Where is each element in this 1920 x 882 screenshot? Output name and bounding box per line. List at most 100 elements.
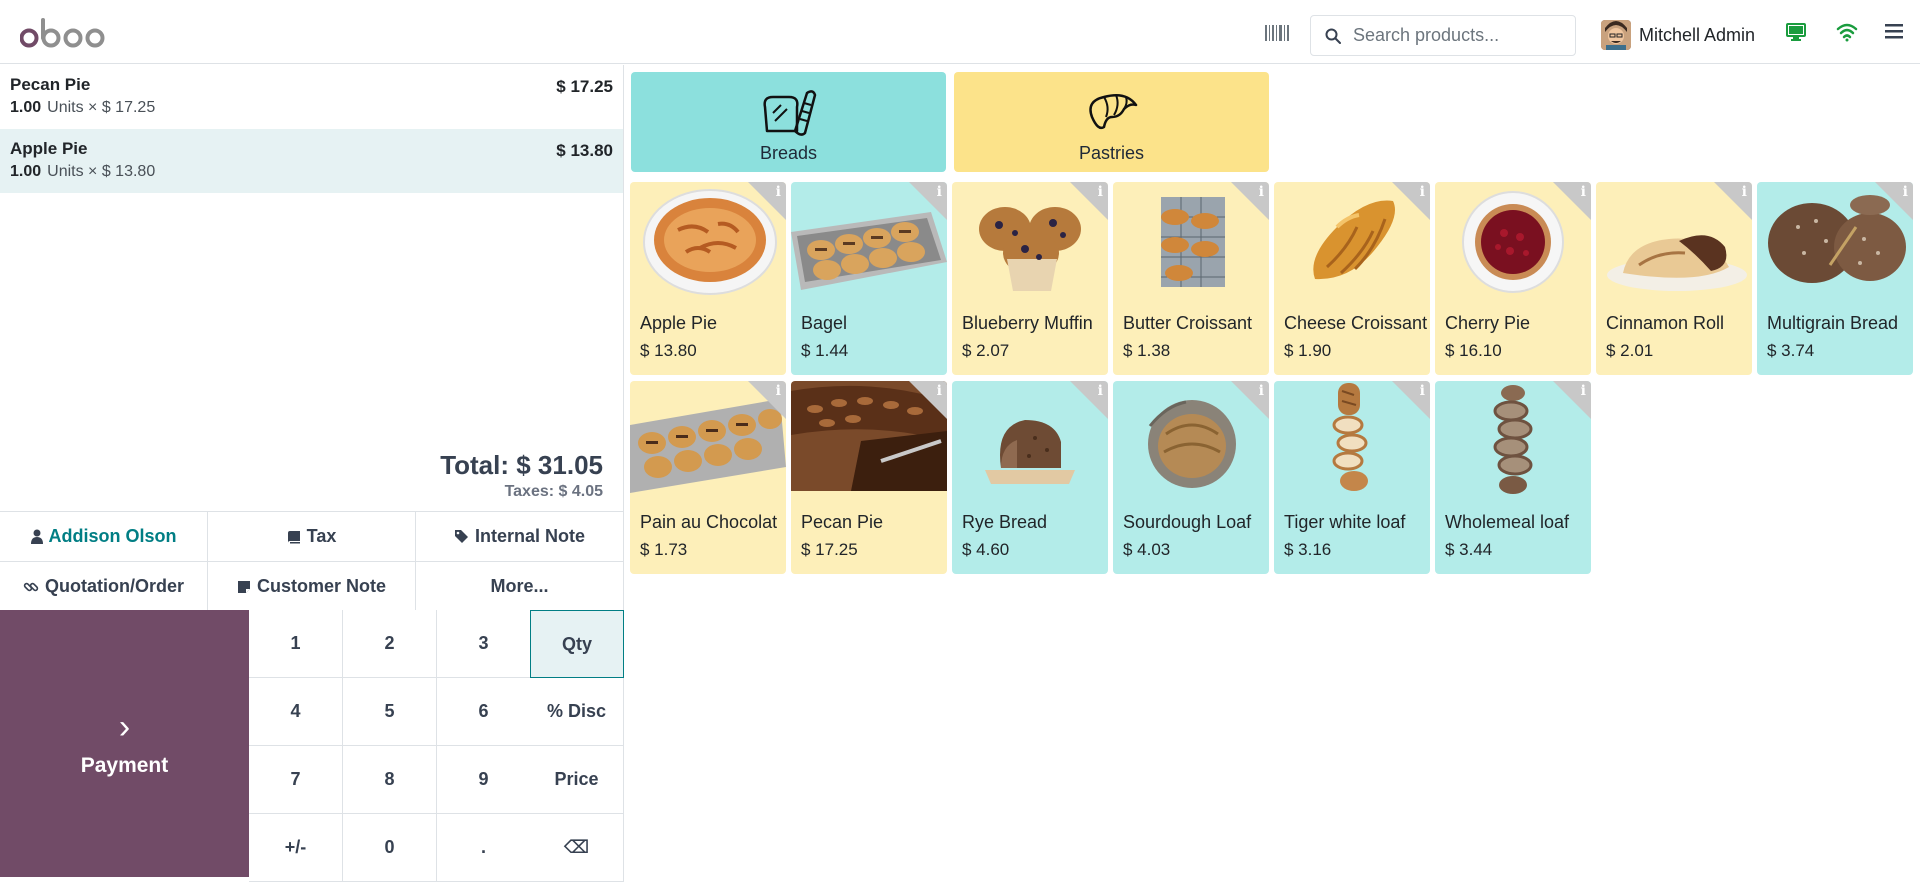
product-price: $ 13.80 xyxy=(640,341,697,360)
product-card-tiger-white-loaf[interactable]: i Tiger white loaf $ 3.16 xyxy=(1274,381,1430,574)
order-taxes: Taxes: $ 4.05 xyxy=(504,483,603,500)
category-breads[interactable]: Breads xyxy=(631,72,946,172)
info-icon[interactable]: i xyxy=(1098,383,1103,399)
user-menu[interactable]: Mitchell Admin xyxy=(1601,19,1755,51)
monitor-icon[interactable] xyxy=(1786,22,1806,42)
numpad-key-0[interactable]: 0 xyxy=(343,814,437,882)
info-icon[interactable]: i xyxy=(937,383,942,399)
odoo-logo[interactable]: odoo xyxy=(20,14,120,54)
numpad-key-1[interactable]: 1 xyxy=(249,610,343,678)
info-icon[interactable]: i xyxy=(776,383,781,399)
numpad-key-6[interactable]: 6 xyxy=(437,678,531,746)
search-input[interactable] xyxy=(1353,25,1563,46)
product-card-sourdough-loaf[interactable]: i Sourdough Loaf $ 4.03 xyxy=(1113,381,1269,574)
order-line[interactable]: Pecan Pie $ 17.25 1.00 Units × $ 17.25 xyxy=(0,65,623,129)
order-line-quantity: 1.00 xyxy=(10,99,42,116)
order-line-price: $ 13.80 xyxy=(556,141,613,160)
customer-note-button[interactable]: Customer Note xyxy=(208,561,416,611)
product-price: $ 2.07 xyxy=(962,341,1010,360)
product-card-rye-bread[interactable]: i Rye Bread $ 4.60 xyxy=(952,381,1108,574)
product-price: $ 1.38 xyxy=(1123,341,1171,360)
qty-mode-button[interactable]: Qty xyxy=(530,610,624,678)
link-icon xyxy=(23,579,39,595)
wifi-icon[interactable] xyxy=(1836,22,1858,42)
numpad: 1 2 3 Qty 4 5 6 % Disc 7 8 9 Price +/- 0… xyxy=(249,610,624,882)
product-name: Cheese Croissant xyxy=(1284,313,1428,333)
category-pastries[interactable]: Pastries xyxy=(954,72,1269,172)
search-bar[interactable] xyxy=(1310,15,1576,56)
product-price: $ 16.10 xyxy=(1445,341,1502,360)
product-card-apple-pie[interactable]: i Apple Pie $ 13.80 xyxy=(630,182,786,375)
barcode-icon[interactable] xyxy=(1265,25,1289,41)
category-label: Breads xyxy=(759,143,818,163)
info-icon[interactable]: i xyxy=(937,184,942,200)
product-name: Cinnamon Roll xyxy=(1606,313,1725,333)
product-card-pecan-pie[interactable]: i Pecan Pie $ 17.25 xyxy=(791,381,947,574)
tag-icon xyxy=(454,529,469,544)
product-price: $ 1.44 xyxy=(801,341,849,360)
tax-button[interactable]: Tax xyxy=(208,511,416,561)
order-line-name: Apple Pie xyxy=(10,139,88,158)
croissant-icon xyxy=(1088,94,1137,130)
customer-note-label: Customer Note xyxy=(256,576,386,596)
numpad-key-4[interactable]: 4 xyxy=(249,678,343,746)
info-icon[interactable]: i xyxy=(1420,383,1425,399)
product-card-multigrain-bread[interactable]: i Multigrain Bread $ 3.74 xyxy=(1757,182,1913,375)
order-line-unit: Units × $ 17.25 xyxy=(47,99,156,116)
product-name: Bagel xyxy=(801,313,848,333)
info-icon[interactable]: i xyxy=(1581,184,1586,200)
bread-icon xyxy=(762,90,816,136)
numpad-key-3[interactable]: 3 xyxy=(437,610,531,678)
order-line-selected[interactable]: Apple Pie $ 13.80 1.00 Units × $ 13.80 xyxy=(0,129,623,193)
order-line-qty: 1.00 Units × $ 17.25 xyxy=(10,99,613,117)
product-card-bagel[interactable]: i Bagel $ 1.44 xyxy=(791,182,947,375)
info-icon[interactable]: i xyxy=(1098,184,1103,200)
numpad-key-2[interactable]: 2 xyxy=(343,610,437,678)
product-card-blueberry-muffin[interactable]: i Blueberry Muffin $ 2.07 xyxy=(952,182,1108,375)
more-button[interactable]: More... xyxy=(416,561,623,611)
order-panel: Pecan Pie $ 17.25 1.00 Units × $ 17.25 Ap… xyxy=(0,65,624,882)
info-icon[interactable]: i xyxy=(1742,184,1747,200)
decimal-key[interactable]: . xyxy=(437,814,531,882)
product-price: $ 1.73 xyxy=(640,540,688,559)
plus-minus-key[interactable]: +/- xyxy=(249,814,343,882)
menu-icon[interactable] xyxy=(1885,22,1903,40)
backspace-key[interactable]: ⌫ xyxy=(530,814,624,882)
numpad-key-7[interactable]: 7 xyxy=(249,746,343,814)
info-icon[interactable]: i xyxy=(1259,184,1264,200)
product-card-butter-croissant[interactable]: i Butter Croissant $ 1.38 xyxy=(1113,182,1269,375)
product-card-cheese-croissant[interactable]: i Cheese Croissant $ 1.90 xyxy=(1274,182,1430,375)
info-icon[interactable]: i xyxy=(1903,184,1908,200)
product-card-cinnamon-roll[interactable]: i Cinnamon Roll $ 2.01 xyxy=(1596,182,1752,375)
top-bar: odoo xyxy=(0,0,1920,64)
info-icon[interactable]: i xyxy=(1581,383,1586,399)
book-icon xyxy=(287,530,301,544)
payment-button[interactable]: › Payment xyxy=(0,610,249,877)
product-price: $ 17.25 xyxy=(801,540,858,559)
numpad-key-9[interactable]: 9 xyxy=(437,746,531,814)
product-price: $ 3.44 xyxy=(1445,540,1493,559)
numpad-key-8[interactable]: 8 xyxy=(343,746,437,814)
info-icon[interactable]: i xyxy=(776,184,781,200)
product-name: Rye Bread xyxy=(962,512,1048,532)
customer-button[interactable]: Addison Olson xyxy=(0,511,208,561)
customer-name: Addison Olson xyxy=(48,526,177,546)
order-line-price: $ 17.25 xyxy=(556,77,613,96)
product-price: $ 4.60 xyxy=(962,540,1010,559)
user-icon xyxy=(30,529,43,544)
product-name: Pecan Pie xyxy=(801,512,884,532)
info-icon[interactable]: i xyxy=(1259,383,1264,399)
product-name: Butter Croissant xyxy=(1123,313,1253,333)
product-screen: Breads Pastries i Apple Pie $ 13.80 i Ba… xyxy=(625,65,1920,877)
order-lines: Pecan Pie $ 17.25 1.00 Units × $ 17.25 Ap… xyxy=(0,65,623,365)
quotation-order-button[interactable]: Quotation/Order xyxy=(0,561,208,611)
numpad-key-5[interactable]: 5 xyxy=(343,678,437,746)
discount-mode-button[interactable]: % Disc xyxy=(530,678,624,746)
info-icon[interactable]: i xyxy=(1420,184,1425,200)
product-card-pain-au-chocolat[interactable]: i Pain au Chocolat $ 1.73 xyxy=(630,381,786,574)
product-name: Pain au Chocolat xyxy=(640,512,778,532)
product-card-cherry-pie[interactable]: i Cherry Pie $ 16.10 xyxy=(1435,182,1591,375)
product-card-wholemeal-loaf[interactable]: i Wholemeal loaf $ 3.44 xyxy=(1435,381,1591,574)
internal-note-button[interactable]: Internal Note xyxy=(416,511,623,561)
price-mode-button[interactable]: Price xyxy=(530,746,624,814)
